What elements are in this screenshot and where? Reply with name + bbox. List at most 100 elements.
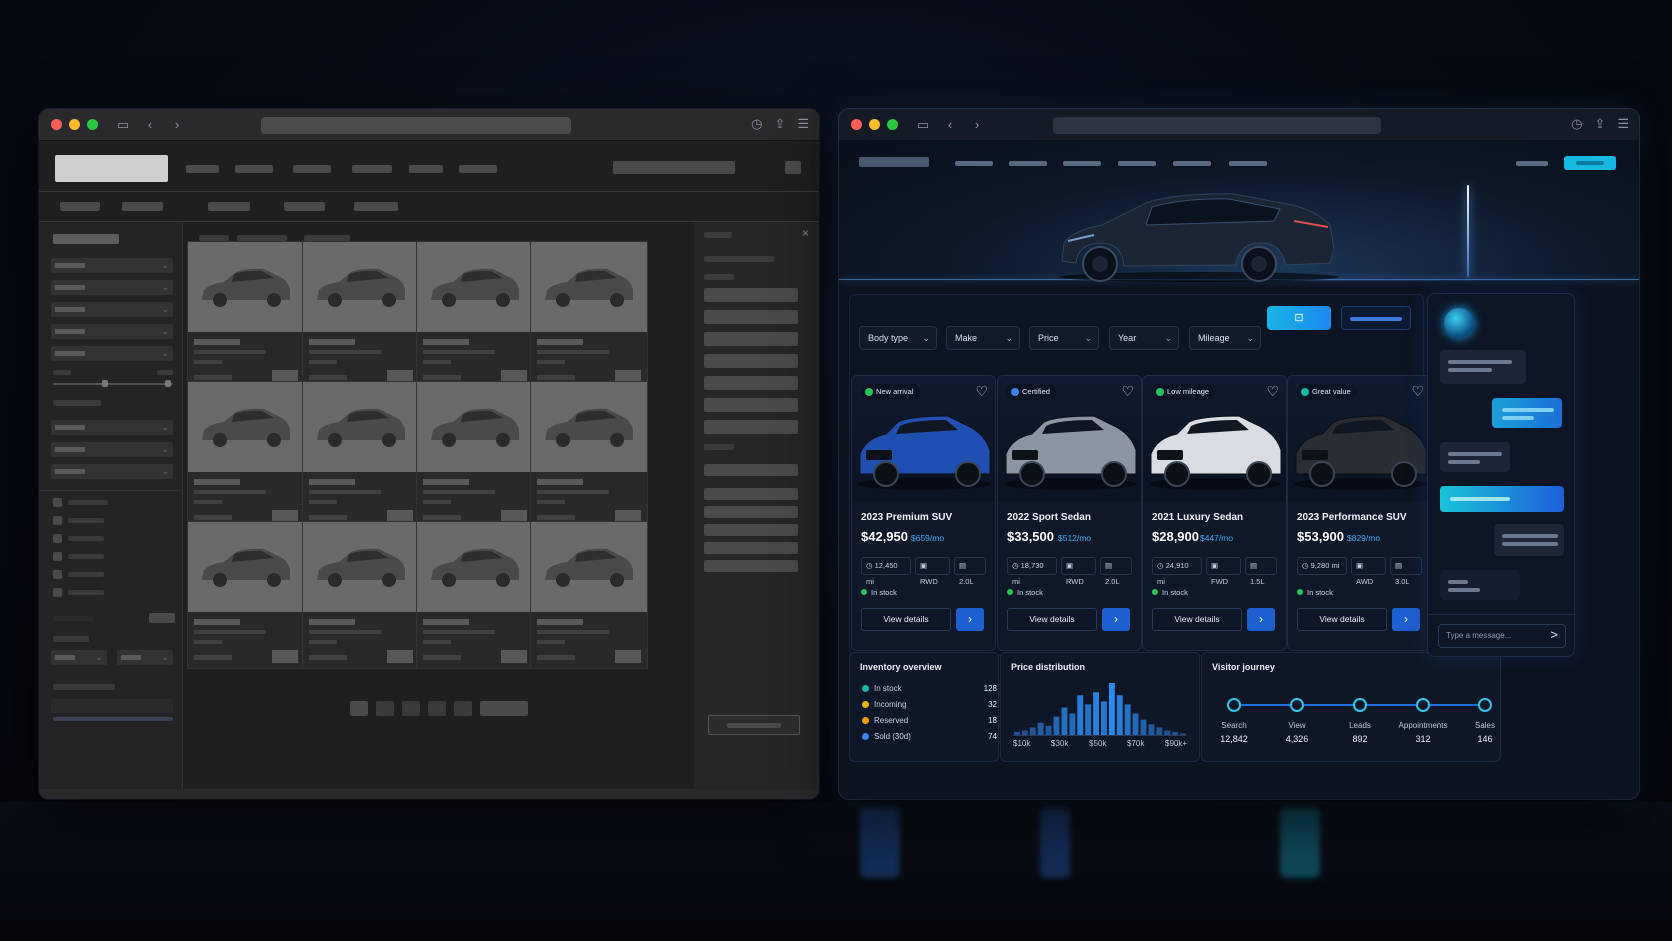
filter-dropdown[interactable]: Body type ⌄ [859, 326, 937, 350]
tile-button[interactable] [615, 650, 641, 663]
pagination-button[interactable] [376, 701, 394, 716]
filter-select[interactable]: ⌄ [51, 420, 173, 435]
legacy-listing-tile[interactable] [187, 381, 305, 529]
panel-field[interactable] [704, 506, 798, 518]
filter-select[interactable]: ⌄ [51, 464, 173, 479]
chat-quick-reply[interactable] [1440, 486, 1564, 512]
minimize-window-button[interactable] [869, 119, 880, 130]
nav-link[interactable] [186, 165, 219, 173]
legacy-listing-tile[interactable] [187, 521, 305, 669]
forward-icon[interactable]: › [170, 117, 184, 132]
tile-button[interactable] [272, 650, 298, 663]
sidebar-toggle-icon[interactable]: ▭ [116, 117, 130, 133]
slider-handle[interactable] [102, 380, 108, 387]
filter-dropdown[interactable]: Year ⌄ [1109, 326, 1179, 350]
legacy-listing-tile[interactable] [302, 381, 420, 529]
sidebar-toggle-icon[interactable]: ▭ [916, 117, 930, 133]
nav-link[interactable] [459, 165, 497, 173]
filter-select[interactable]: ⌄ [51, 258, 173, 273]
filter-select[interactable]: ⌄ [117, 650, 173, 665]
pagination-button[interactable] [428, 701, 446, 716]
pagination-button[interactable] [454, 701, 472, 716]
vehicle-card[interactable]: New arrival ♡ 2023 Premium SUV $42,950 $659/… [851, 375, 996, 651]
account-button[interactable] [785, 161, 801, 174]
vehicle-photo[interactable]: Great value ♡ [1288, 376, 1431, 501]
close-icon[interactable]: × [802, 226, 809, 240]
legacy-listing-tile[interactable] [416, 381, 534, 529]
close-window-button[interactable] [851, 119, 862, 130]
minimize-window-button[interactable] [69, 119, 80, 130]
vehicle-photo[interactable]: Low mileage ♡ [1143, 376, 1286, 501]
sign-in-link[interactable] [1516, 161, 1548, 166]
subnav-link[interactable] [60, 202, 100, 211]
panel-field[interactable] [704, 420, 798, 434]
filter-select[interactable]: ⌄ [51, 280, 173, 295]
arrow-right-icon[interactable]: › [1102, 608, 1130, 631]
nav-link[interactable] [955, 161, 993, 166]
nav-link[interactable] [1063, 161, 1101, 166]
panel-field[interactable] [704, 488, 798, 500]
checkbox[interactable] [53, 534, 62, 543]
view-details-button[interactable]: View details [1152, 608, 1242, 631]
pagination-button[interactable] [350, 701, 368, 716]
filter-select[interactable]: ⌄ [51, 346, 173, 361]
legacy-listing-tile[interactable] [187, 241, 305, 389]
nav-link[interactable] [235, 165, 273, 173]
checkbox[interactable] [53, 516, 62, 525]
subnav-link[interactable] [122, 202, 163, 211]
panel-field[interactable] [704, 524, 798, 536]
legacy-listing-tile[interactable] [302, 521, 420, 669]
nav-link[interactable] [409, 165, 443, 173]
legacy-listing-tile[interactable] [302, 241, 420, 389]
send-icon[interactable]: > [1550, 627, 1558, 642]
maximize-window-button[interactable] [87, 119, 98, 130]
search-input[interactable] [613, 161, 735, 174]
cta-button[interactable] [1564, 156, 1616, 170]
history-icon[interactable]: ◷ [751, 116, 762, 132]
view-details-button[interactable]: View details [1007, 608, 1097, 631]
forward-icon[interactable]: › [970, 117, 984, 132]
vehicle-photo[interactable]: Certified ♡ [998, 376, 1141, 501]
panel-action-button[interactable] [708, 715, 800, 735]
panel-field[interactable] [704, 464, 798, 476]
filter-select[interactable]: ⌄ [51, 324, 173, 339]
legacy-listing-tile[interactable] [530, 381, 648, 529]
favorite-heart-icon[interactable]: ♡ [1411, 383, 1424, 400]
toggle[interactable] [149, 613, 175, 623]
saved-search-button[interactable] [1341, 306, 1411, 330]
favorite-heart-icon[interactable]: ♡ [1121, 383, 1134, 400]
favorite-heart-icon[interactable]: ♡ [1266, 383, 1279, 400]
back-icon[interactable]: ‹ [143, 117, 157, 132]
panel-field[interactable] [704, 398, 798, 412]
vehicle-card[interactable]: Great value ♡ 2023 Performance SUV $53,900 $… [1287, 375, 1432, 651]
panel-field[interactable] [704, 332, 798, 346]
filter-select[interactable]: ⌄ [51, 302, 173, 317]
panel-field[interactable] [704, 542, 798, 554]
menu-icon[interactable]: ☰ [1617, 116, 1629, 132]
favorite-heart-icon[interactable]: ♡ [975, 383, 988, 400]
panel-field[interactable] [704, 354, 798, 368]
logo[interactable] [859, 157, 929, 167]
back-icon[interactable]: ‹ [943, 117, 957, 132]
checkbox[interactable] [53, 552, 62, 561]
pagination-next[interactable] [480, 701, 528, 716]
filter-dropdown[interactable]: Price ⌄ [1029, 326, 1099, 350]
nav-link[interactable] [1118, 161, 1156, 166]
panel-field[interactable] [704, 288, 798, 302]
filter-dropdown[interactable]: Make ⌄ [946, 326, 1020, 350]
filter-select[interactable]: ⌄ [51, 650, 107, 665]
price-range-slider[interactable] [53, 383, 173, 385]
filter-dropdown[interactable]: Mileage ⌄ [1189, 326, 1261, 350]
legacy-listing-tile[interactable] [416, 241, 534, 389]
subnav-link[interactable] [284, 202, 325, 211]
view-details-button[interactable]: View details [1297, 608, 1387, 631]
address-bar[interactable] [261, 117, 571, 134]
pagination-button[interactable] [402, 701, 420, 716]
checkbox[interactable] [53, 498, 62, 507]
subnav-link[interactable] [354, 202, 398, 211]
nav-link[interactable] [1229, 161, 1267, 166]
filter-select[interactable]: ⌄ [51, 442, 173, 457]
nav-link[interactable] [1173, 161, 1211, 166]
nav-link[interactable] [293, 165, 331, 173]
legacy-listing-tile[interactable] [530, 241, 648, 389]
